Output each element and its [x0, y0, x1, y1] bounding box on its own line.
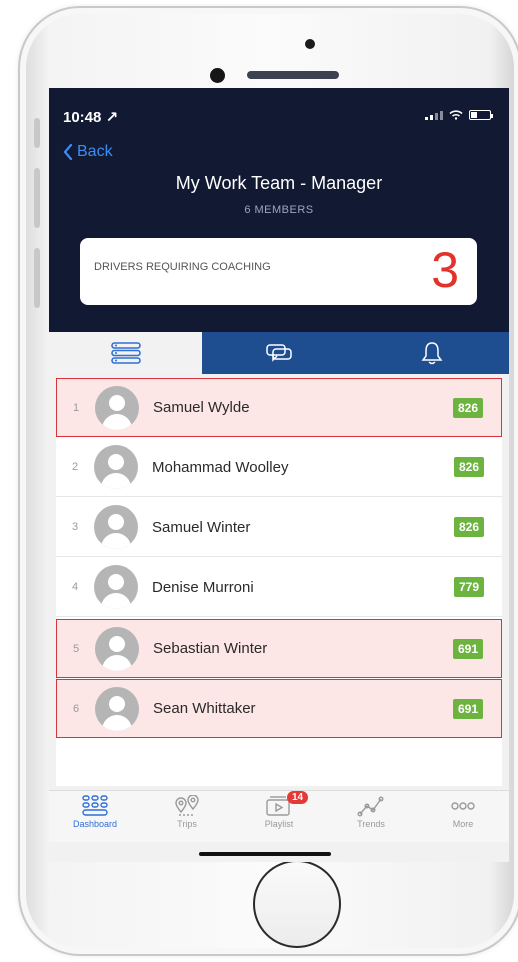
mute-switch: [34, 118, 40, 148]
battery-icon: [469, 110, 493, 120]
home-indicator: [199, 852, 331, 856]
member-name: Sean Whittaker: [153, 700, 256, 717]
back-button[interactable]: Back: [63, 143, 113, 161]
earpiece-speaker: [247, 71, 339, 79]
app-screen: 10:48 ↗ Back My Work Team - Manager 6 ME…: [49, 88, 509, 862]
signal-icon: [425, 110, 443, 120]
more-icon: [451, 802, 475, 810]
back-label: Back: [77, 143, 113, 160]
score-badge: 691: [452, 698, 483, 719]
avatar-icon: [95, 385, 139, 430]
tab-more[interactable]: More: [417, 791, 509, 842]
trips-icon: [175, 795, 199, 816]
member-row-2[interactable]: 2 Mohammad Woolley 826: [56, 438, 502, 497]
front-camera: [210, 68, 225, 83]
tab-notifications[interactable]: [355, 332, 509, 374]
member-row-6[interactable]: 6 Sean Whittaker 691: [56, 679, 502, 738]
member-row-3[interactable]: 3 Samuel Winter 826: [56, 498, 502, 557]
bottom-tab-bar: Dashboard Trips 14 Playlist Trends More: [49, 790, 509, 842]
member-row-5[interactable]: 5 Sebastian Winter 691: [56, 619, 502, 678]
coaching-label: DRIVERS REQUIRING COACHING: [94, 261, 271, 273]
members-list: 1 Samuel Wylde 826 2 Mohammad Woolley 82…: [56, 378, 502, 786]
tab-playlist[interactable]: 14 Playlist: [233, 791, 325, 842]
score-badge: 691: [452, 638, 483, 659]
avatar-icon: [94, 445, 138, 489]
status-indicators: [425, 110, 493, 120]
chevron-left-icon: [63, 144, 73, 160]
member-name: Mohammad Woolley: [152, 458, 289, 476]
member-rank: 1: [72, 401, 80, 414]
page-title: My Work Team - Manager: [175, 173, 383, 193]
tab-dashboard[interactable]: Dashboard: [49, 791, 141, 842]
avatar-icon: [94, 505, 138, 549]
volume-down-button: [34, 248, 40, 308]
tab-trips[interactable]: Trips: [141, 791, 233, 842]
dashboard-icon: [82, 795, 108, 816]
tab-trends[interactable]: Trends: [325, 791, 417, 842]
status-time: 10:48 ↗: [63, 109, 119, 126]
score-badge: 826: [453, 517, 484, 537]
score-badge: 826: [452, 397, 483, 418]
tab-label: Playlist: [264, 819, 294, 829]
list-icon: [110, 342, 141, 364]
member-rank: 2: [71, 461, 79, 473]
coaching-card[interactable]: DRIVERS REQUIRING COACHING 3: [80, 238, 477, 305]
member-rank: 6: [72, 702, 80, 715]
avatar-icon: [95, 686, 139, 731]
tab-label: More: [452, 819, 474, 829]
score-badge: 779: [453, 577, 484, 597]
tab-label: Trips: [177, 819, 197, 829]
member-name: Samuel Winter: [152, 518, 251, 536]
segment-tabs: [49, 332, 509, 374]
tab-label: Trends: [357, 819, 385, 829]
chat-icon: [266, 344, 292, 362]
avatar-icon: [94, 565, 138, 609]
member-row-1[interactable]: 1 Samuel Wylde 826: [56, 378, 502, 437]
member-count: 6 MEMBERS: [244, 204, 314, 216]
team-header: 10:48 ↗ Back My Work Team - Manager 6 ME…: [49, 88, 509, 332]
member-rank: 4: [71, 581, 79, 593]
member-rank: 3: [71, 521, 79, 533]
playlist-badge: 14: [287, 791, 309, 804]
tab-leaderboard[interactable]: [49, 332, 203, 374]
member-row-4[interactable]: 4 Denise Murroni 779: [56, 558, 502, 617]
member-name: Sebastian Winter: [153, 640, 268, 657]
tab-messages[interactable]: [202, 332, 356, 374]
wifi-icon: [449, 110, 463, 120]
avatar-icon: [95, 626, 139, 671]
bell-icon: [421, 342, 443, 365]
home-button[interactable]: [253, 860, 341, 948]
coaching-count: 3: [431, 242, 459, 298]
member-name: Denise Murroni: [152, 578, 254, 596]
volume-up-button: [34, 168, 40, 228]
member-rank: 5: [72, 642, 80, 655]
score-badge: 826: [453, 457, 484, 477]
member-name: Samuel Wylde: [153, 399, 250, 416]
proximity-sensor: [305, 39, 315, 49]
tab-label: Dashboard: [72, 819, 118, 829]
trends-icon: [357, 796, 384, 817]
